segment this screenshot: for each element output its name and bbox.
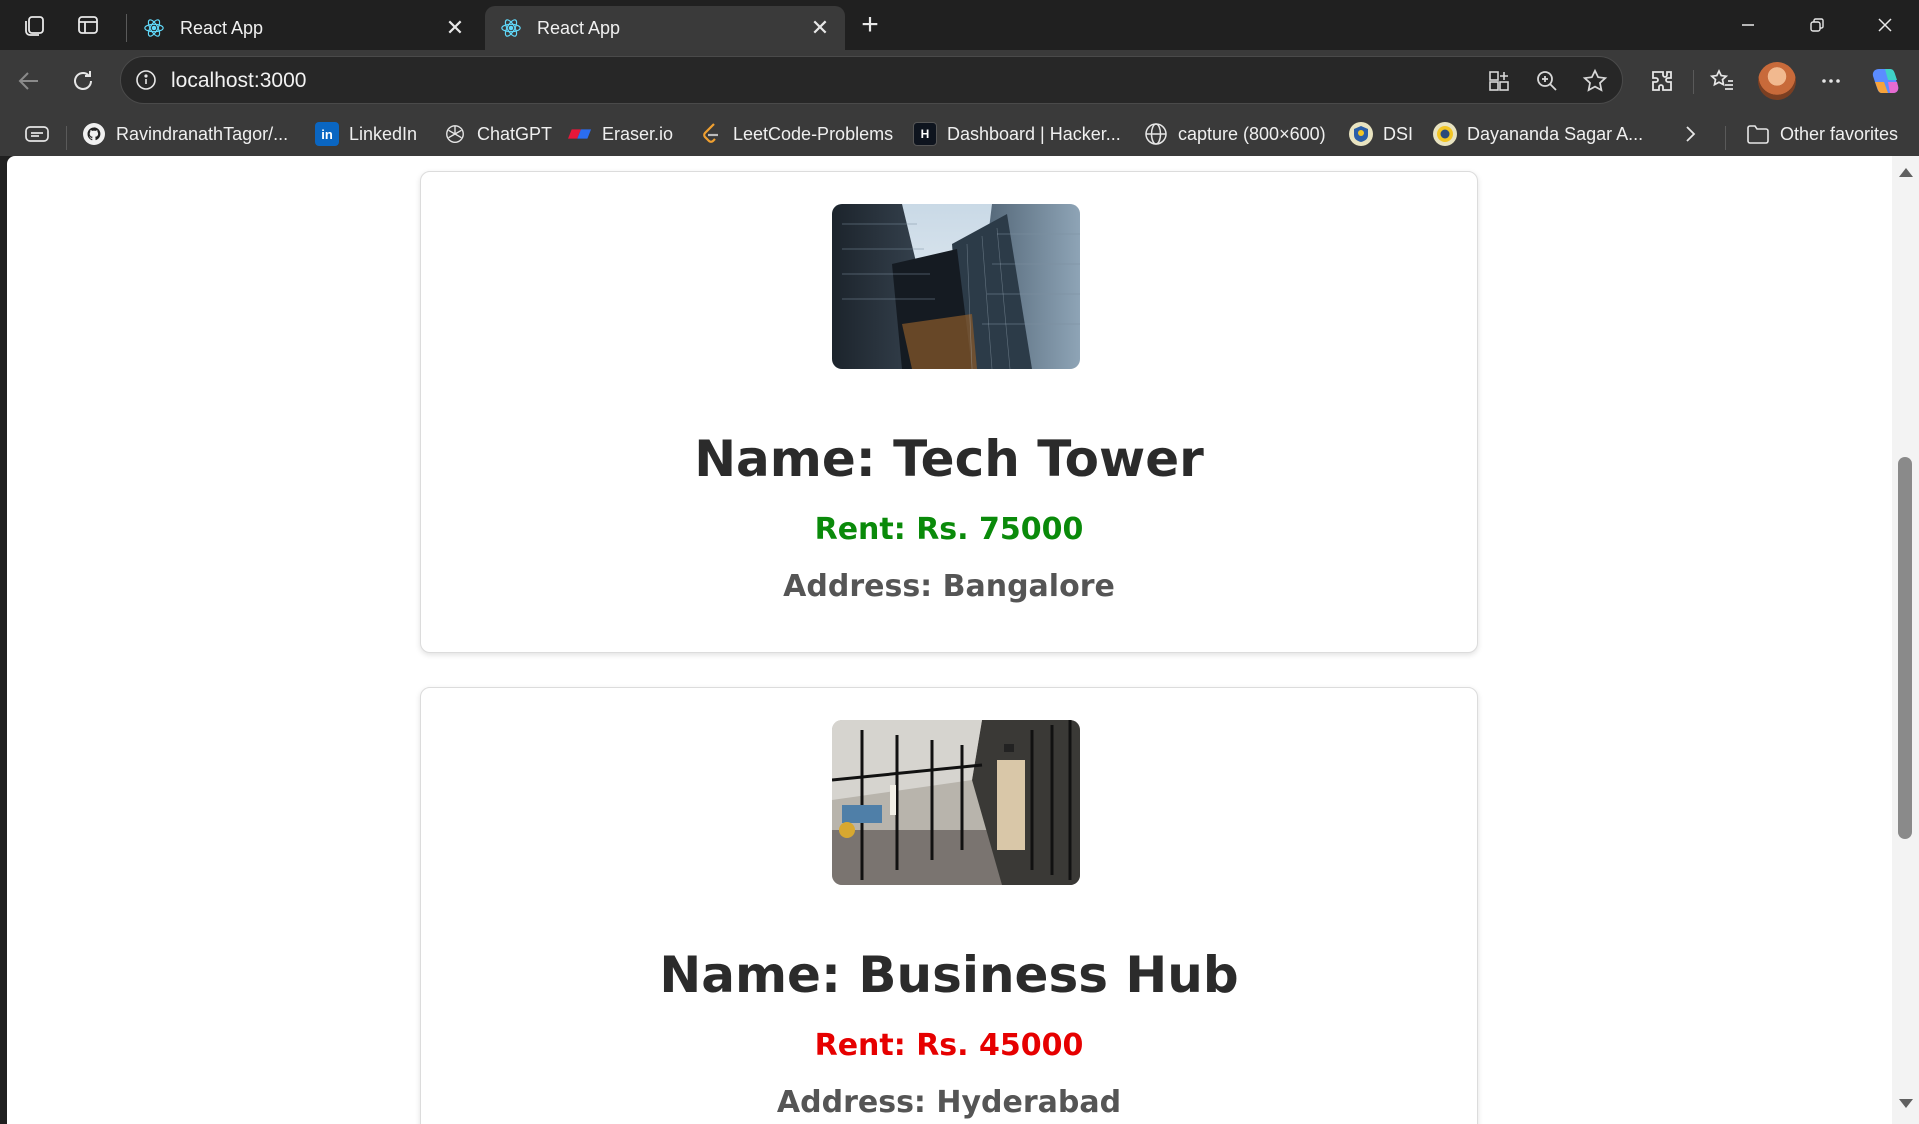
navigation-toolbar: localhost:3000 xyxy=(0,50,1919,112)
close-tab-icon[interactable]: ✕ xyxy=(809,15,831,40)
globe-icon xyxy=(1144,122,1168,146)
property-card: Name: Tech Tower Rent: Rs. 75000 Address… xyxy=(420,171,1478,653)
bookmark-label: Dayananda Sagar A... xyxy=(1467,123,1644,144)
toolbar-divider xyxy=(1693,70,1694,94)
dsu-logo-icon xyxy=(1433,122,1457,146)
minimize-icon[interactable] xyxy=(1714,0,1782,50)
tab-divider xyxy=(126,14,127,42)
skyscrapers-photo xyxy=(832,204,1080,369)
bookmark-hackerrank[interactable]: H Dashboard | Hacker... xyxy=(913,120,1121,148)
react-icon xyxy=(499,16,523,40)
property-rent: Rent: Rs. 45000 xyxy=(814,1028,1084,1063)
scroll-down-arrow-icon[interactable] xyxy=(1899,1099,1913,1108)
bookmarks-bar: RavindranathTagor/... in LinkedIn ChatGP… xyxy=(0,112,1919,156)
property-name: Name: Business Hub xyxy=(659,946,1239,1004)
close-tab-icon[interactable]: ✕ xyxy=(444,15,466,40)
folder-icon xyxy=(1746,122,1770,146)
github-icon xyxy=(82,122,106,146)
scroll-up-arrow-icon[interactable] xyxy=(1899,168,1913,177)
office-corridor-photo xyxy=(832,720,1080,885)
bookmark-dayananda-sagar[interactable]: Dayananda Sagar A... xyxy=(1433,120,1643,148)
site-info-icon[interactable] xyxy=(133,67,159,93)
bookmark-chatgpt[interactable]: ChatGPT xyxy=(443,120,552,148)
more-bookmarks-chevron-icon[interactable] xyxy=(1680,120,1700,148)
copilot-icon[interactable] xyxy=(1866,63,1904,99)
back-arrow-icon[interactable] xyxy=(10,63,48,99)
chatgpt-icon xyxy=(443,122,467,146)
page-viewport: Name: Tech Tower Rent: Rs. 75000 Address… xyxy=(7,156,1892,1124)
zoom-icon[interactable] xyxy=(1533,67,1561,95)
bookmark-label: RavindranathTagor/... xyxy=(116,123,289,144)
tab-react-app-1[interactable]: React App ✕ xyxy=(128,6,480,50)
bookmarks-divider xyxy=(66,126,67,150)
eraser-icon xyxy=(568,122,592,146)
property-card: Name: Business Hub Rent: Rs. 45000 Addre… xyxy=(420,687,1478,1124)
other-favorites-label: Other favorites xyxy=(1780,123,1899,144)
new-tab-button[interactable]: + xyxy=(852,8,888,42)
linkedin-icon: in xyxy=(315,122,339,146)
bookmark-linkedin[interactable]: in LinkedIn xyxy=(315,120,417,148)
bookmark-dsi[interactable]: DSI xyxy=(1349,120,1413,148)
tab-title: React App xyxy=(537,17,621,38)
tab-strip: React App ✕ React App ✕ + xyxy=(0,0,1919,50)
restore-icon[interactable] xyxy=(1783,0,1851,50)
bookmark-capture[interactable]: capture (800×600) xyxy=(1144,120,1326,148)
property-address: Address: Bangalore xyxy=(783,569,1115,604)
url-text[interactable]: localhost:3000 xyxy=(171,69,306,93)
dsi-logo-icon xyxy=(1349,122,1373,146)
bookmark-label: ChatGPT xyxy=(477,123,553,144)
address-bar[interactable]: localhost:3000 xyxy=(120,56,1623,104)
profile-avatar[interactable] xyxy=(1758,62,1796,100)
refresh-icon[interactable] xyxy=(64,63,102,99)
more-options-icon[interactable] xyxy=(1812,63,1850,99)
vertical-scrollbar[interactable] xyxy=(1892,156,1919,1124)
reading-view-icon[interactable] xyxy=(24,120,50,148)
bookmarks-divider xyxy=(1725,126,1726,150)
bookmark-leetcode[interactable]: LeetCode-Problems xyxy=(699,120,893,148)
workspaces-icon[interactable] xyxy=(18,8,54,42)
favorites-icon[interactable] xyxy=(1703,63,1741,99)
other-favorites-folder[interactable]: Other favorites xyxy=(1746,120,1898,148)
property-rent: Rent: Rs. 75000 xyxy=(814,512,1084,547)
app-available-icon[interactable] xyxy=(1485,67,1513,95)
leetcode-icon xyxy=(699,122,723,146)
scrollbar-thumb[interactable] xyxy=(1898,457,1912,839)
bookmark-github[interactable]: RavindranathTagor/... xyxy=(82,120,288,148)
tab-actions-icon[interactable] xyxy=(70,8,106,42)
hackerrank-icon: H xyxy=(913,122,937,146)
bookmark-label: LinkedIn xyxy=(349,123,418,144)
tab-react-app-2[interactable]: React App ✕ xyxy=(485,6,845,50)
property-address: Address: Hyderabad xyxy=(776,1085,1122,1120)
bookmark-label: Dashboard | Hacker... xyxy=(947,123,1121,144)
bookmark-label: Eraser.io xyxy=(602,123,674,144)
favorite-star-icon[interactable] xyxy=(1581,67,1609,95)
react-icon xyxy=(142,16,166,40)
bookmark-label: LeetCode-Problems xyxy=(733,123,894,144)
bookmark-eraser[interactable]: Eraser.io xyxy=(568,120,673,148)
extensions-icon[interactable] xyxy=(1643,63,1681,99)
property-name: Name: Tech Tower xyxy=(694,430,1204,488)
tab-title: React App xyxy=(180,17,264,38)
bookmark-label: DSI xyxy=(1383,123,1414,144)
close-window-icon[interactable] xyxy=(1851,0,1919,50)
bookmark-label: capture (800×600) xyxy=(1178,123,1326,144)
